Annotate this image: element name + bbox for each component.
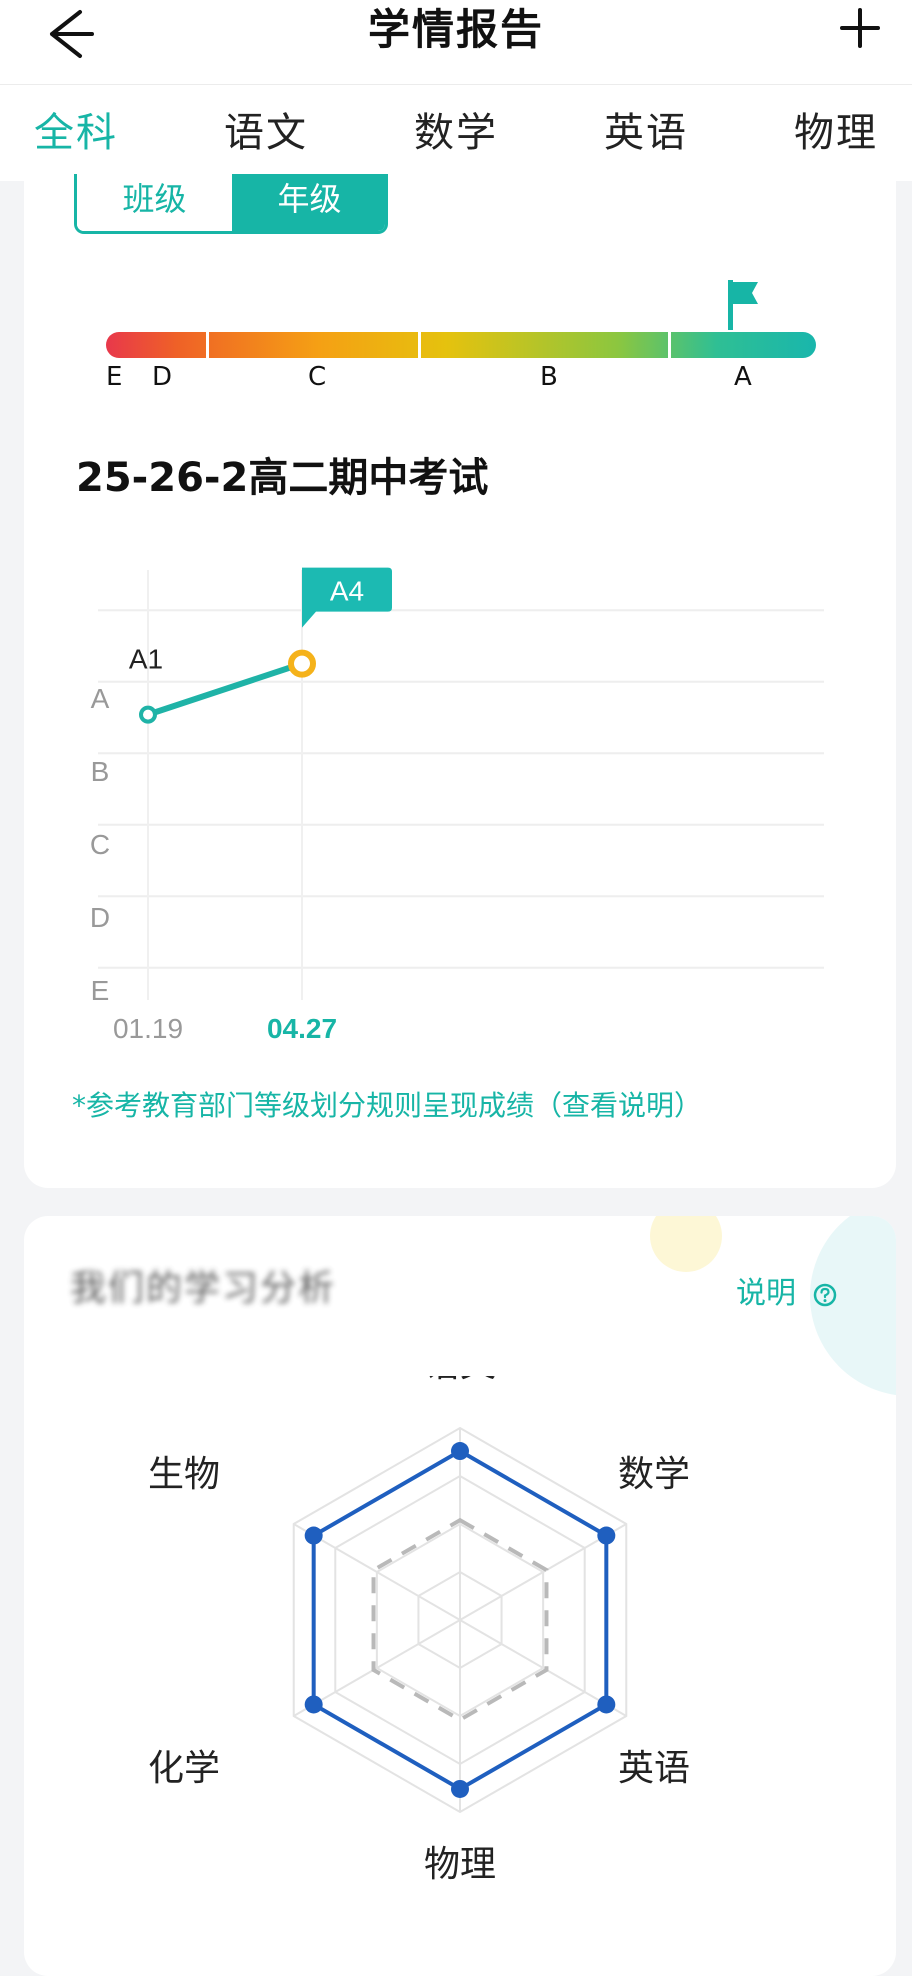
plus-icon[interactable] xyxy=(836,4,884,52)
radar-axis-label: 化学 xyxy=(148,1748,220,1789)
tab-chinese[interactable]: 语文 xyxy=(224,105,308,161)
data-point[interactable] xyxy=(139,705,157,724)
radar-axis-label: 英语 xyxy=(618,1748,690,1789)
explain-link[interactable]: 说明 xyxy=(736,1272,838,1316)
x-tick-label: 04.27 xyxy=(267,1013,337,1044)
grade-label-a: A xyxy=(734,362,752,392)
explain-label: 说明 xyxy=(736,1276,796,1311)
grade-label-c: C xyxy=(308,362,327,392)
toggle-class-option[interactable]: 班级 xyxy=(77,174,232,231)
y-tick-label: E xyxy=(91,975,110,1006)
section-title: 我们的学习分析 xyxy=(70,1268,337,1309)
page-title: 学情报告 xyxy=(367,5,544,54)
radar-point[interactable] xyxy=(451,1779,469,1798)
radar-axis-label: 物理 xyxy=(424,1844,496,1885)
radar-point[interactable] xyxy=(304,1695,323,1714)
scope-toggle: 班级 年级 xyxy=(74,174,388,234)
radar-point[interactable] xyxy=(597,1695,616,1714)
grade-label-b: B xyxy=(540,362,558,392)
y-tick-label: D xyxy=(90,902,110,933)
radar-point[interactable] xyxy=(597,1526,616,1545)
y-tick-label: B xyxy=(91,756,110,787)
point-label: A1 xyxy=(129,644,163,675)
exam-title: 25-26-2高二期中考试 xyxy=(76,455,489,501)
radar-point[interactable] xyxy=(451,1442,469,1461)
radar-point[interactable] xyxy=(304,1526,323,1545)
grade-trend-card: 班级 年级 E D C B A 25-26-2高二期中考试 A B C D E 01.19… xyxy=(24,160,896,1188)
subject-radar-chart: 语文数学英语物理 化学 生物 xyxy=(148,1376,690,1885)
grade-trend-chart: A B C D E01.19 04.27 A1 A4 xyxy=(90,567,824,1044)
app-header: 学情报告 xyxy=(0,0,912,85)
grading-note-link[interactable]: *参考教育部门等级划分规则呈现成绩（查看说明） xyxy=(72,1086,702,1126)
tab-all[interactable]: 全科 xyxy=(34,105,118,161)
grade-label-d: D xyxy=(152,362,173,392)
decorative-circle xyxy=(650,1216,722,1272)
y-tick-label: C xyxy=(90,829,110,860)
y-tick-label: A xyxy=(91,683,110,714)
help-circle-icon xyxy=(813,1283,836,1306)
x-tick-label: 01.19 xyxy=(113,1013,183,1044)
radar-axis-label: 语文 xyxy=(424,1376,496,1385)
grade-divider xyxy=(668,332,671,358)
grade-scale xyxy=(106,332,816,372)
tab-physics[interactable]: 物理 xyxy=(794,105,878,161)
toggle-grade-option[interactable]: 年级 xyxy=(232,174,385,231)
trend-line xyxy=(145,660,305,718)
tab-english[interactable]: 英语 xyxy=(604,105,688,161)
tab-math[interactable]: 数学 xyxy=(414,105,498,161)
radar-axis-label: 生物 xyxy=(148,1454,220,1495)
flag-icon xyxy=(728,280,758,330)
grade-label-e: E xyxy=(106,362,123,392)
grade-scale-bar xyxy=(106,332,816,358)
subject-analysis-card: 我们的学习分析 说明 语文数学英语物理 化学 生物 xyxy=(24,1216,896,1976)
radar-axis-label: 数学 xyxy=(618,1454,690,1495)
data-point-highlighted[interactable] xyxy=(288,649,316,678)
grade-divider xyxy=(206,332,209,358)
grade-divider xyxy=(418,332,421,358)
callout-label: A4 xyxy=(330,576,364,607)
